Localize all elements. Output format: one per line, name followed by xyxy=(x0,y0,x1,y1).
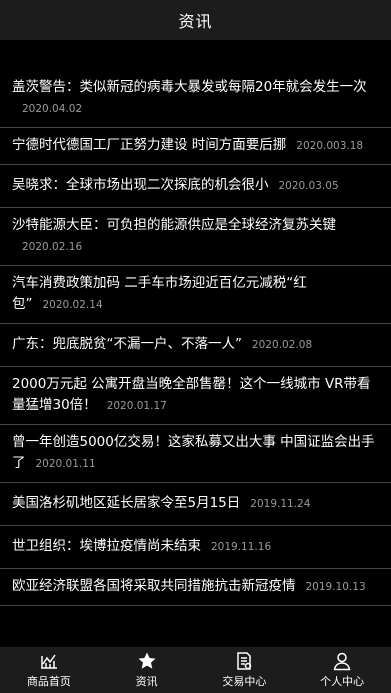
tab-label: 资讯 xyxy=(135,675,158,688)
tab-label: 交易中心 xyxy=(222,675,267,688)
news-title: 世卫组织：埃博拉疫情尚未结束 xyxy=(12,538,201,554)
news-item[interactable]: 曾一年创造5000亿交易！这家私募又出大事 中国证监会出手了 2020.01.11 xyxy=(0,425,391,483)
news-date: 2020.02.14 xyxy=(42,299,103,311)
tab-news[interactable]: 资讯 xyxy=(98,647,196,693)
news-title: 2000万元起 公寓开盘当晚全部售罄！这个一线城市 VR带看量猛增30倍！ xyxy=(12,376,371,413)
news-item[interactable]: 2000万元起 公寓开盘当晚全部售罄！这个一线城市 VR带看量猛增30倍！ 202… xyxy=(0,367,391,425)
header: 资讯 xyxy=(0,0,391,40)
news-item[interactable]: 世卫组织：埃博拉疫情尚未结束 2019.11.16 xyxy=(0,526,391,569)
tab-label: 个人中心 xyxy=(320,675,365,688)
news-item[interactable]: 广东：兜底脱贫“不漏一户、不落一人” 2020.02.08 xyxy=(0,324,391,367)
news-date: 2020.003.18 xyxy=(296,140,364,152)
person-icon xyxy=(333,652,351,671)
news-title: 广东：兜底脱贫“不漏一户、不落一人” xyxy=(12,336,242,352)
chart-icon xyxy=(40,654,57,669)
news-date: 2020.01.17 xyxy=(106,400,167,412)
bottom-tab-bar: 商品首页 资讯 交易中心 个人中心 xyxy=(0,647,391,693)
news-item[interactable]: 宁德时代德国工厂正努力建设 时间方面要后挪 2020.003.18 xyxy=(0,128,391,165)
tab-home[interactable]: 商品首页 xyxy=(0,647,98,693)
news-date: 2019.10.13 xyxy=(305,581,366,593)
star-icon xyxy=(138,652,156,669)
news-item[interactable]: 美国洛杉矶地区延长居家令至5月15日 2019.11.24 xyxy=(0,483,391,526)
news-date: 2020.03.05 xyxy=(278,180,339,192)
news-date: 2020.04.02 xyxy=(22,103,83,115)
news-title: 欧亚经济联盟各国将采取共同措施抗击新冠疫情 xyxy=(12,578,296,594)
page-title: 资讯 xyxy=(178,12,213,31)
tab-label: 商品首页 xyxy=(26,675,71,688)
news-title: 美国洛杉矶地区延长居家令至5月15日 xyxy=(12,495,241,511)
news-item[interactable]: 盖茨警告：类似新冠的病毒大暴发或每隔20年就会发生一次 2020.04.02 xyxy=(0,70,391,128)
news-date: 2020.02.08 xyxy=(252,339,313,351)
news-item[interactable]: 汽车消费政策加码 二手车市场迎近百亿元减税“红包” 2020.02.14 xyxy=(0,266,391,324)
news-title: 宁德时代德国工厂正努力建设 时间方面要后挪 xyxy=(12,137,287,153)
news-date: 2019.11.16 xyxy=(211,541,272,553)
news-title: 吴晓求：全球市场出现二次探底的机会很小 xyxy=(12,177,269,193)
news-item[interactable]: 欧亚经济联盟各国将采取共同措施抗击新冠疫情 2019.10.13 xyxy=(0,569,391,606)
app-screen: 资讯 盖茨警告：类似新冠的病毒大暴发或每隔20年就会发生一次 2020.04.02… xyxy=(0,0,391,693)
news-item[interactable]: 吴晓求：全球市场出现二次探底的机会很小 2020.03.05 xyxy=(0,165,391,208)
news-date: 2020.02.16 xyxy=(22,241,83,253)
document-icon xyxy=(237,652,252,670)
news-date: 2019.11.24 xyxy=(250,498,311,510)
news-title: 盖茨警告：类似新冠的病毒大暴发或每隔20年就会发生一次 xyxy=(12,79,367,95)
tab-profile[interactable]: 个人中心 xyxy=(293,647,391,693)
news-item[interactable]: 沙特能源大臣：可负担的能源供应是全球经济复苏关键 2020.02.16 xyxy=(0,208,391,266)
news-list[interactable]: 盖茨警告：类似新冠的病毒大暴发或每隔20年就会发生一次 2020.04.02 宁德… xyxy=(0,40,391,647)
news-date: 2020.01.11 xyxy=(35,458,96,470)
tab-trading[interactable]: 交易中心 xyxy=(196,647,294,693)
news-title: 沙特能源大臣：可负担的能源供应是全球经济复苏关键 xyxy=(12,217,336,233)
